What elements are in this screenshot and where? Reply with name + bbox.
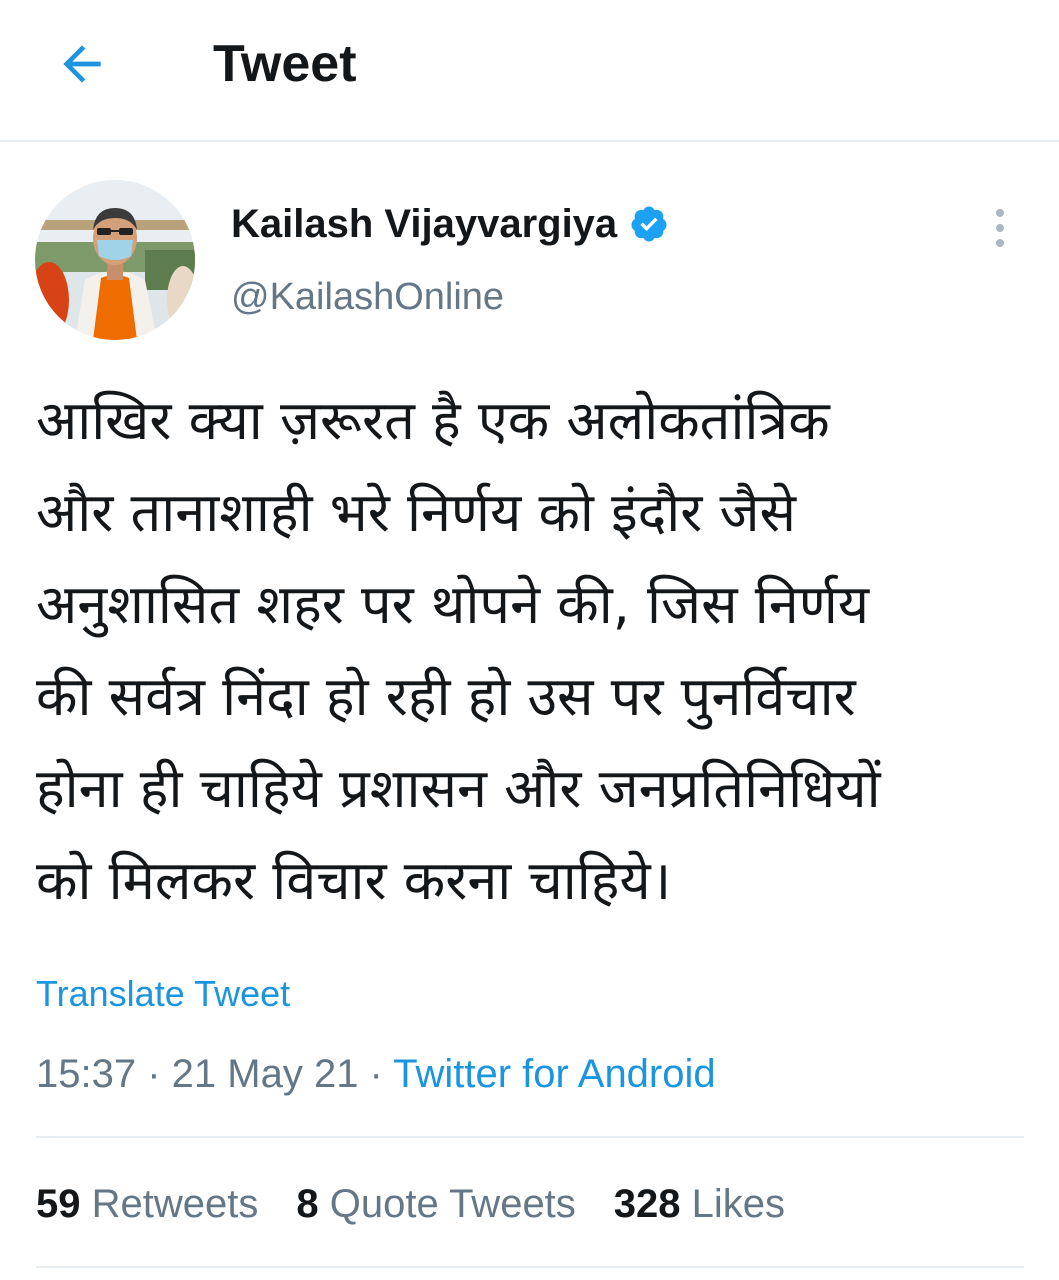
- tweet-text: आखिर क्या ज़रूरत है एक अलोकतांत्रिक और त…: [36, 375, 1031, 927]
- author-name-row[interactable]: Kailash Vijayvargiya: [231, 196, 669, 252]
- translate-tweet-link[interactable]: Translate Tweet: [36, 972, 290, 1016]
- retweets-count: 59: [36, 1182, 81, 1226]
- tweet-source-link[interactable]: Twitter for Android: [393, 1052, 715, 1096]
- retweets-stat[interactable]: 59 Retweets: [36, 1176, 258, 1232]
- quote-tweets-label: Quote Tweets: [318, 1182, 576, 1226]
- top-app-bar: Tweet: [0, 0, 1059, 142]
- meta-separator: ·: [358, 1052, 394, 1096]
- page-title: Tweet: [213, 35, 357, 93]
- divider: [36, 1266, 1024, 1268]
- likes-stat[interactable]: 328 Likes: [614, 1176, 785, 1232]
- tweet-time: 15:37: [36, 1052, 137, 1096]
- arrow-left-icon: [63, 45, 101, 83]
- tweet-text-line: होना ही चाहिये प्रशासन और जनप्रतिनिधियों: [36, 757, 881, 820]
- author-handle[interactable]: @KailashOnline: [231, 272, 504, 322]
- retweets-label: Retweets: [80, 1182, 259, 1226]
- profile-photo: [35, 180, 195, 340]
- likes-count: 328: [613, 1182, 681, 1226]
- tweet-text-line: अनुशासित शहर पर थोपने की, जिस निर्णय: [36, 573, 870, 636]
- avatar[interactable]: [35, 180, 195, 340]
- tweet-text-line: को मिलकर विचार करना चाहिये।: [36, 849, 672, 912]
- display-name[interactable]: Kailash Vijayvargiya: [231, 202, 617, 247]
- meta-separator: ·: [136, 1052, 172, 1096]
- quote-tweets-count: 8: [296, 1182, 319, 1226]
- tweet-stats: 59 Retweets 8 Quote Tweets 328 Likes: [36, 1176, 823, 1232]
- verified-badge-icon: [629, 204, 669, 244]
- likes-label: Likes: [680, 1182, 786, 1226]
- more-options-button[interactable]: [980, 200, 1020, 256]
- more-vertical-icon: [996, 209, 1004, 247]
- tweet-text-line: और तानाशाही भरे निर्णय को इंदौर जैसे: [36, 481, 797, 544]
- tweet-meta: 15:37 · 21 May 21 · Twitter for Android: [36, 1048, 716, 1100]
- tweet-date: 21 May 21: [171, 1052, 359, 1096]
- tweet-text-line: आखिर क्या ज़रूरत है एक अलोकतांत्रिक: [36, 389, 830, 452]
- tweet-text-line: की सर्वत्र निंदा हो रही हो उस पर पुनर्वि…: [36, 665, 856, 728]
- divider: [36, 1136, 1024, 1138]
- quote-tweets-stat[interactable]: 8 Quote Tweets: [296, 1176, 575, 1232]
- back-button[interactable]: [46, 28, 118, 100]
